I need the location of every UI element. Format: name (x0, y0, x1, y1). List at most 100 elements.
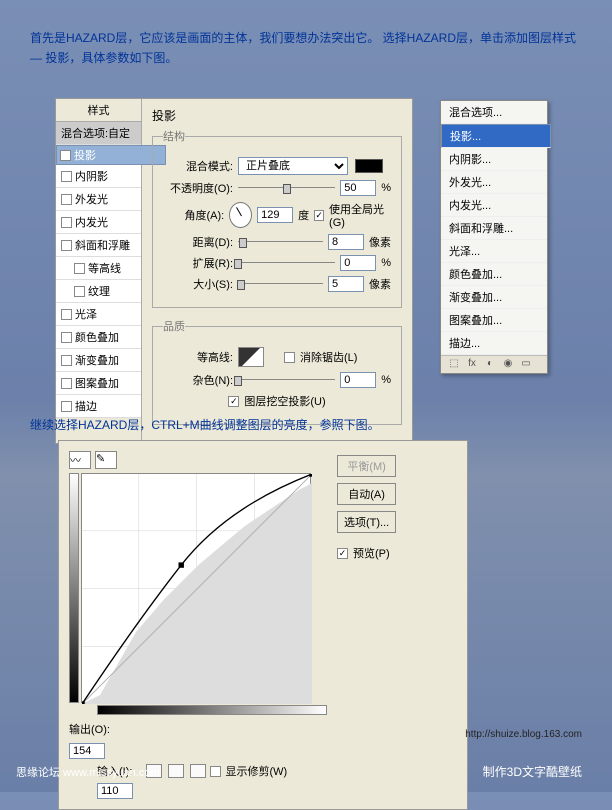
ctx-inner-glow[interactable]: 内发光... (441, 194, 547, 217)
checkbox-icon[interactable] (61, 240, 72, 251)
pencil-tool-button[interactable]: ✎ (95, 451, 117, 469)
blend-options-item[interactable]: 混合选项:自定 (56, 122, 141, 145)
options-button[interactable]: 选项(T)... (337, 511, 396, 533)
style-outer-glow[interactable]: 外发光 (56, 188, 141, 211)
adjust-icon[interactable]: ◉ (501, 358, 515, 372)
intro-text-2: 继续选择HAZARD层，CTRL+M曲线调整图层的亮度，参照下图。 (0, 408, 410, 441)
style-color-overlay[interactable]: 颜色叠加 (56, 326, 141, 349)
curves-graph[interactable] (81, 473, 311, 703)
ctx-satin[interactable]: 光泽... (441, 240, 547, 263)
checkbox-icon[interactable] (61, 332, 72, 343)
angle-dial[interactable] (229, 202, 252, 228)
ctx-color-overlay[interactable]: 颜色叠加... (441, 263, 547, 286)
style-label: 等高线 (88, 260, 121, 276)
style-label: 内阴影 (75, 168, 108, 184)
footer-text: 制作3D文字酷壁纸 (483, 763, 582, 780)
checkbox-icon[interactable]: ✓ (60, 150, 71, 161)
structure-group: 结构 混合模式: 正片叠底 不透明度(O): % 角度(A): 度 ✓ 使用全局… (152, 128, 402, 308)
output-gradient (69, 473, 79, 703)
style-label: 投影 (74, 147, 96, 163)
contour-picker[interactable] (238, 347, 264, 367)
layer-style-dialog: 样式 混合选项:自定 ✓投影 内阴影 外发光 内发光 斜面和浮雕 等高线 纹理 … (55, 98, 413, 444)
style-label: 内发光 (75, 214, 108, 230)
fx-icon[interactable]: fx (465, 358, 479, 372)
curves-right: 平衡(M) 自动(A) 选项(T)... ✓预览(P) (337, 451, 396, 799)
knockout-label: 图层挖空投影(U) (244, 393, 325, 409)
ctx-bevel[interactable]: 斜面和浮雕... (441, 217, 547, 240)
style-label: 渐变叠加 (75, 352, 119, 368)
ctx-gradient-overlay[interactable]: 渐变叠加... (441, 286, 547, 309)
checkbox-icon[interactable] (284, 352, 295, 363)
style-texture[interactable]: 纹理 (56, 280, 141, 303)
checkbox-icon[interactable] (61, 378, 72, 389)
distance-input[interactable] (328, 234, 364, 250)
footer-credit: 思缘论坛 www.missyuan.com (16, 764, 160, 780)
color-swatch[interactable] (355, 159, 383, 173)
folder-icon[interactable]: ▭ (519, 358, 533, 372)
style-inner-shadow[interactable]: 内阴影 (56, 165, 141, 188)
px-label: 像素 (369, 276, 391, 292)
style-label: 图案叠加 (75, 375, 119, 391)
curve-tool-button[interactable]: 〰 (69, 451, 91, 469)
ctx-outer-glow[interactable]: 外发光... (441, 171, 547, 194)
ctx-pattern-overlay[interactable]: 图案叠加... (441, 309, 547, 332)
size-slider[interactable] (238, 278, 323, 290)
style-label: 颜色叠加 (75, 329, 119, 345)
checkbox-icon[interactable] (210, 766, 221, 777)
link-icon[interactable]: ⬚ (447, 358, 461, 372)
eyedropper-gray-icon[interactable] (168, 764, 184, 778)
style-contour[interactable]: 等高线 (56, 257, 141, 280)
ctx-drop-shadow[interactable]: 投影... (441, 124, 551, 148)
ctx-stroke[interactable]: 描边... (441, 332, 547, 355)
spread-input[interactable] (340, 255, 376, 271)
distance-label: 距离(D): (163, 234, 233, 250)
checkbox-icon[interactable] (74, 263, 85, 274)
auto-button[interactable]: 自动(A) (337, 483, 396, 505)
input-value[interactable] (97, 783, 133, 799)
eyedropper-white-icon[interactable] (190, 764, 206, 778)
angle-input[interactable] (257, 207, 293, 223)
style-label: 纹理 (88, 283, 110, 299)
noise-input[interactable] (340, 372, 376, 388)
checkbox-icon[interactable] (61, 171, 72, 182)
checkbox-icon[interactable] (74, 286, 85, 297)
ctx-inner-shadow[interactable]: 内阴影... (441, 148, 547, 171)
checkbox-icon[interactable] (61, 217, 72, 228)
ctx-blend-options[interactable]: 混合选项... (441, 101, 547, 124)
checkbox-icon[interactable] (61, 309, 72, 320)
curves-left: 〰 ✎ 输出(O): (69, 451, 327, 799)
px-label: 像素 (369, 234, 391, 250)
style-label: 外发光 (75, 191, 108, 207)
checkbox-icon[interactable] (61, 194, 72, 205)
checkbox-icon[interactable]: ✓ (228, 396, 239, 407)
noise-slider[interactable] (238, 374, 335, 386)
style-label: 斜面和浮雕 (75, 237, 130, 253)
checkbox-icon[interactable]: ✓ (314, 210, 324, 221)
opacity-label: 不透明度(O): (163, 180, 233, 196)
intro-text-1: 首先是HAZARD层，它应该是画面的主体，我们要想办法突出它。 选择HAZARD… (0, 0, 612, 81)
input-gradient (97, 705, 327, 715)
blend-mode-select[interactable]: 正片叠底 (238, 157, 348, 175)
opacity-slider[interactable] (238, 182, 335, 194)
style-gradient-overlay[interactable]: 渐变叠加 (56, 349, 141, 372)
size-input[interactable] (328, 276, 364, 292)
context-menu: 混合选项... 投影... 内阴影... 外发光... 内发光... 斜面和浮雕… (440, 100, 548, 374)
spread-slider[interactable] (238, 257, 335, 269)
global-light-label: 使用全局光(G) (329, 201, 391, 229)
opacity-input[interactable] (340, 180, 376, 196)
distance-slider[interactable] (238, 236, 323, 248)
pct-label: % (381, 374, 391, 386)
shadow-panel: 投影 结构 混合模式: 正片叠底 不透明度(O): % 角度(A): 度 ✓ 使… (142, 99, 412, 443)
style-inner-glow[interactable]: 内发光 (56, 211, 141, 234)
output-input[interactable] (69, 743, 105, 759)
contour-label: 等高线: (163, 349, 233, 365)
style-satin[interactable]: 光泽 (56, 303, 141, 326)
watermark-url: http://shuize.blog.163.com (465, 729, 582, 740)
mask-icon[interactable]: ◐ (483, 358, 497, 372)
angle-label: 角度(A): (163, 207, 224, 223)
anti-alias-label: 消除锯齿(L) (300, 349, 357, 365)
checkbox-icon[interactable] (61, 355, 72, 366)
style-pattern-overlay[interactable]: 图案叠加 (56, 372, 141, 395)
checkbox-icon[interactable]: ✓ (337, 548, 348, 559)
style-bevel[interactable]: 斜面和浮雕 (56, 234, 141, 257)
